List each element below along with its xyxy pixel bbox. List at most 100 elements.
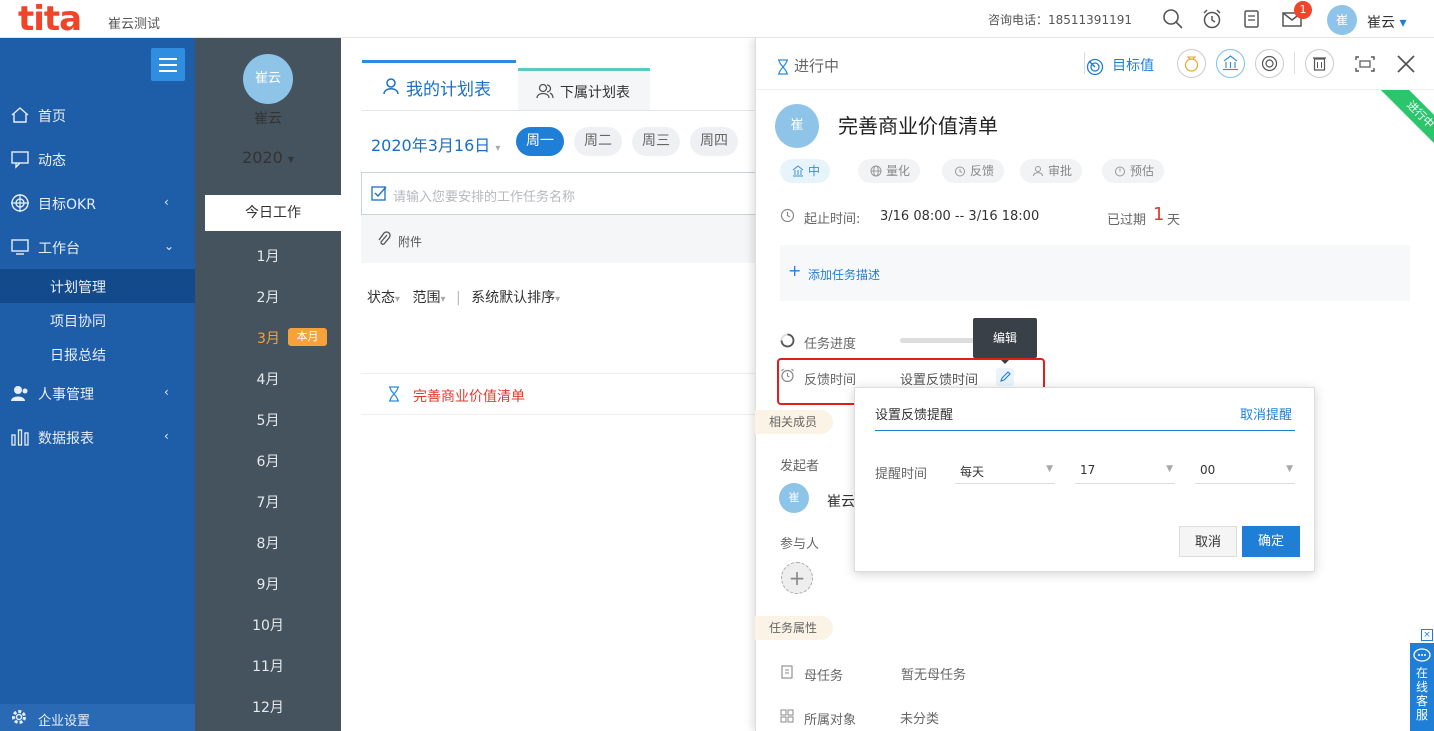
day-wednesday[interactable]: 周三 xyxy=(632,127,680,156)
close-icon[interactable] xyxy=(1396,54,1416,74)
year-selector[interactable]: 2020 ▾ xyxy=(195,148,341,167)
task-input-placeholder: 请输入您要安排的工作任务名称 xyxy=(393,190,576,205)
members-section-label: 相关成员 xyxy=(755,410,833,434)
add-description-link[interactable]: 添加任务描述 xyxy=(808,266,880,283)
chip-label: 审批 xyxy=(1048,164,1073,178)
parent-task-value[interactable]: 暂无母任务 xyxy=(901,664,966,683)
sidebar-item-label: 首页 xyxy=(38,109,66,125)
avatar[interactable]: 崔云 xyxy=(243,54,293,104)
sidebar-sub-daily[interactable]: 日报总结 xyxy=(0,337,195,371)
online-service-button[interactable]: 在线客服 xyxy=(1410,643,1434,731)
tita-logo[interactable]: tita xyxy=(18,2,82,36)
close-service-icon[interactable]: × xyxy=(1421,629,1433,641)
day-thursday[interactable]: 周四 xyxy=(690,127,738,156)
day-monday[interactable]: 周一 xyxy=(516,127,564,156)
cancel-button[interactable]: 取消 xyxy=(1179,526,1237,557)
task-status[interactable]: 进行中 xyxy=(776,55,839,76)
coin-button[interactable] xyxy=(1255,49,1284,78)
month-item[interactable]: 2月 xyxy=(195,287,341,307)
sidebar-item-workbench[interactable]: 工作台 ⌄ xyxy=(0,225,195,269)
day-tuesday[interactable]: 周二 xyxy=(574,127,622,156)
edit-tooltip: 编辑 xyxy=(973,318,1037,364)
filter-sort[interactable]: 系统默认排序▾ xyxy=(471,290,560,306)
clipboard-icon xyxy=(780,664,794,679)
search-icon[interactable] xyxy=(1162,8,1184,30)
today-work-button[interactable]: 今日工作 xyxy=(205,195,341,231)
bar-chart-icon xyxy=(10,427,30,447)
sidebar-item-reports[interactable]: 数据报表 ‹ xyxy=(0,415,195,459)
fullscreen-icon[interactable] xyxy=(1355,54,1375,74)
object-value[interactable]: 未分类 xyxy=(900,708,939,727)
filter-status[interactable]: 状态▾ xyxy=(367,290,400,306)
overdue-suffix: 天 xyxy=(1167,213,1181,228)
tabs-divider xyxy=(362,110,755,111)
sidebar-item-label: 人事管理 xyxy=(38,387,94,403)
task-row[interactable]: 完善商业价值清单 xyxy=(361,373,755,415)
checkbox-edit-icon xyxy=(371,185,387,201)
target-value-link[interactable]: 目标值 xyxy=(1086,55,1154,76)
priority-chip[interactable]: 中 xyxy=(780,159,831,183)
alarm-clock-icon[interactable] xyxy=(1201,8,1223,30)
sidebar-item-hr[interactable]: 人事管理 ‹ xyxy=(0,371,195,415)
month-item[interactable]: 12月 xyxy=(195,697,341,717)
money-bag-button[interactable] xyxy=(1177,49,1206,78)
description-box[interactable]: + 添加任务描述 xyxy=(780,245,1410,301)
month-item[interactable]: 7月 xyxy=(195,492,341,512)
month-item[interactable]: 9月 xyxy=(195,574,341,594)
task-name-input[interactable]: 请输入您要安排的工作任务名称 xyxy=(361,172,761,215)
avatar[interactable]: 崔 xyxy=(775,104,819,148)
user-icon xyxy=(1033,166,1043,177)
popup-title: 设置反馈提醒 xyxy=(875,408,954,423)
month-item[interactable]: 5月 xyxy=(195,410,341,430)
filter-divider: | xyxy=(455,290,461,306)
monitor-icon xyxy=(10,237,30,257)
quantify-chip[interactable]: 量化 xyxy=(858,159,921,183)
status-ribbon: 进行中 xyxy=(1369,90,1434,155)
settings-label: 企业设置 xyxy=(38,714,91,729)
estimate-chip[interactable]: 预估 xyxy=(1102,159,1165,183)
month-item[interactable]: 8月 xyxy=(195,533,341,553)
time-range-value[interactable]: 3/16 08:00 -- 3/16 18:00 xyxy=(880,209,1039,224)
sidebar-item-home[interactable]: 首页 xyxy=(0,93,195,137)
hour-select[interactable]: 17 ▼ xyxy=(1075,458,1175,484)
bank-icon xyxy=(792,165,804,177)
delete-button[interactable] xyxy=(1305,49,1334,78)
user-avatar[interactable]: 崔 xyxy=(1327,5,1357,35)
month-item[interactable]: 11月 xyxy=(195,656,341,676)
frequency-select[interactable]: 每天 ▼ xyxy=(955,458,1055,484)
select-value: 00 xyxy=(1200,463,1216,477)
filter-scope[interactable]: 范围▾ xyxy=(412,290,445,306)
tab-subordinate-plan[interactable]: 下属计划表 xyxy=(518,68,650,110)
sidebar-sub-plan[interactable]: 计划管理 xyxy=(0,269,195,303)
notes-icon[interactable] xyxy=(1241,8,1263,30)
menu-toggle-button[interactable] xyxy=(151,48,185,81)
year-caret: ▾ xyxy=(287,152,294,166)
approval-chip[interactable]: 审批 xyxy=(1020,159,1083,183)
task-detail-title[interactable]: 完善商业价值清单 xyxy=(838,110,998,139)
month-item[interactable]: 10月 xyxy=(195,615,341,635)
add-participant-button[interactable]: + xyxy=(781,562,813,594)
sidebar-item-okr[interactable]: 目标OKR ‹ xyxy=(0,181,195,225)
progress-bar[interactable] xyxy=(900,338,980,343)
user-menu[interactable]: 崔云 ▾ xyxy=(1367,12,1406,32)
institution-button[interactable] xyxy=(1216,49,1245,78)
sidebar-item-feed[interactable]: 动态 xyxy=(0,137,195,181)
date-label: 2020年3月16日 xyxy=(371,136,491,155)
month-item[interactable]: 6月 xyxy=(195,451,341,471)
attributes-section-label: 任务属性 xyxy=(755,616,833,640)
feedback-chip[interactable]: 反馈 xyxy=(942,159,1005,183)
month-item[interactable]: 4月 xyxy=(195,369,341,389)
sidebar-sub-project[interactable]: 项目协同 xyxy=(0,303,195,337)
date-selector[interactable]: 2020年3月16日 ▾ xyxy=(371,132,500,156)
paperclip-icon[interactable] xyxy=(377,231,391,247)
confirm-button[interactable]: 确定 xyxy=(1242,526,1300,557)
minute-select[interactable]: 00 ▼ xyxy=(1195,458,1295,484)
filter-caret: ▾ xyxy=(395,294,401,305)
month-item[interactable]: 1月 xyxy=(195,246,341,266)
tab-my-plan[interactable]: 我的计划表 xyxy=(362,60,516,110)
money-bag-icon xyxy=(1184,56,1199,72)
attach-button[interactable]: 附件 xyxy=(398,233,422,250)
cancel-reminder-link[interactable]: 取消提醒 xyxy=(1240,404,1292,423)
avatar[interactable]: 崔 xyxy=(779,483,809,513)
enterprise-settings[interactable]: 企业设置 xyxy=(0,704,195,731)
